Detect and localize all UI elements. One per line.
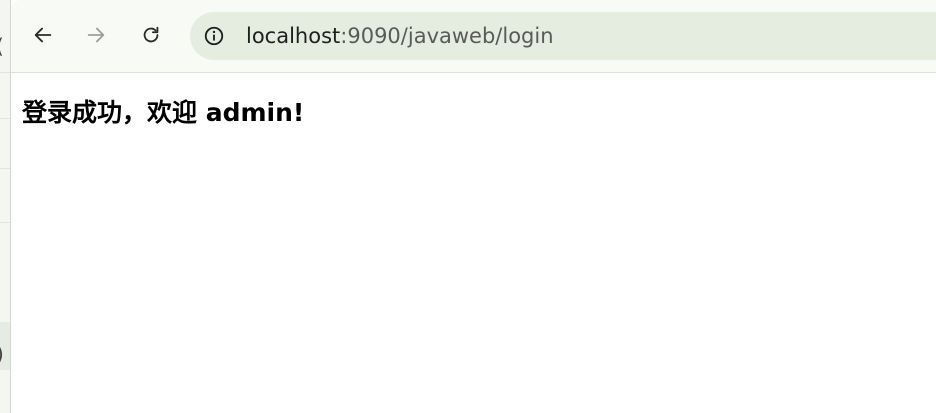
reload-button[interactable] — [134, 18, 168, 52]
forward-button[interactable] — [79, 18, 113, 52]
arrow-left-icon — [34, 27, 52, 43]
info-circle-icon — [204, 26, 224, 46]
back-button[interactable] — [26, 18, 60, 52]
address-bar[interactable]: localhost:9090/javaweb/login — [190, 12, 936, 60]
url-host: localhost — [246, 24, 341, 48]
background-window: ( ) — [0, 0, 11, 413]
background-glyph-bottom: ) — [0, 342, 4, 366]
reload-icon — [143, 26, 159, 43]
arrow-right-icon — [87, 27, 105, 43]
screen: ( ) — [0, 0, 936, 413]
background-glyph-top: ( — [0, 34, 4, 58]
site-info-button[interactable] — [202, 24, 226, 48]
url-text[interactable]: localhost:9090/javaweb/login — [246, 24, 554, 48]
browser-toolbar: localhost:9090/javaweb/login — [11, 0, 936, 73]
page-content: 登录成功，欢迎 admin! — [11, 73, 936, 413]
login-success-message: 登录成功，欢迎 admin! — [22, 98, 305, 127]
url-path: :9090/javaweb/login — [340, 24, 554, 48]
